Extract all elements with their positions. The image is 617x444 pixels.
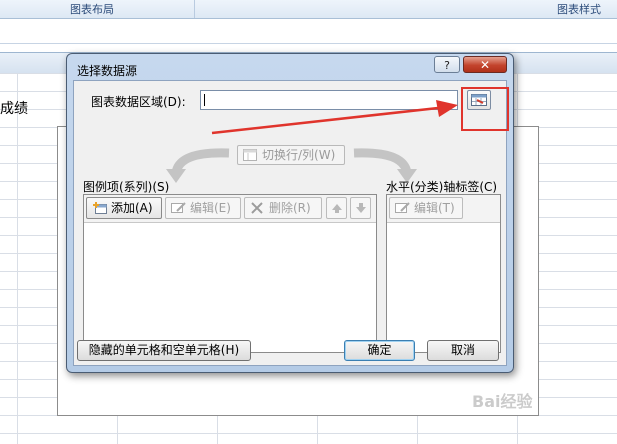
red-annotation-arrow [211, 100, 458, 135]
watermark: Bai经验 [472, 392, 533, 411]
